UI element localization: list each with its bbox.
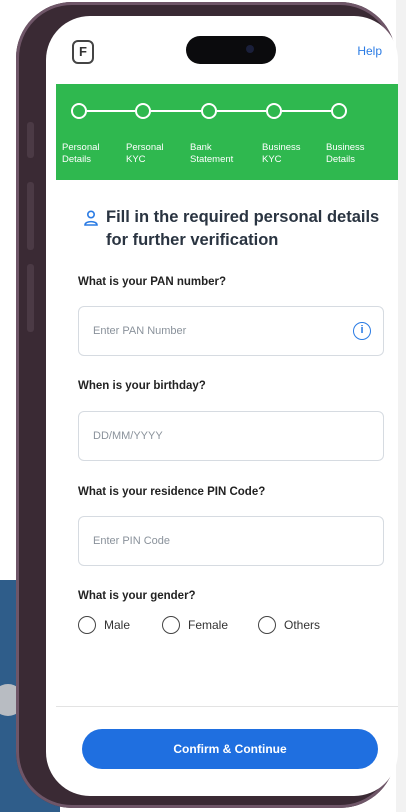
camera-icon <box>246 45 254 53</box>
footer-divider <box>56 706 398 707</box>
info-icon[interactable]: i <box>353 322 371 340</box>
stepper-connector <box>87 110 135 112</box>
radio-male[interactable]: Male <box>78 614 130 636</box>
radio-female[interactable]: Female <box>162 614 228 636</box>
birthday-placeholder: DD/MM/YYYY <box>93 430 163 442</box>
app-logo: F <box>72 40 94 64</box>
pan-placeholder: Enter PAN Number <box>93 325 187 337</box>
pan-question: What is your PAN number? <box>78 276 227 288</box>
stepper-connector <box>217 110 266 112</box>
volume-down-button <box>27 264 34 332</box>
radio-label-male: Male <box>104 618 131 632</box>
pin-placeholder: Enter PIN Code <box>93 535 171 547</box>
step-label-bank-statement: Bank Statement <box>190 142 234 165</box>
phone-frame: F Help Personal Details Personal KYC Ban… <box>16 2 398 808</box>
mute-switch <box>27 122 34 158</box>
pan-input[interactable]: Enter PAN Number i <box>78 306 384 356</box>
stepper-connector <box>282 110 331 112</box>
user-icon <box>84 210 98 226</box>
step-label-personal-kyc: Personal KYC <box>126 142 164 165</box>
birthday-question: When is your birthday? <box>78 380 206 392</box>
radio-label-female: Female <box>188 618 229 632</box>
step-label-business-details: Business Details <box>326 142 365 165</box>
progress-stepper: Personal Details Personal KYC Bank State… <box>56 84 398 180</box>
birthday-input[interactable]: DD/MM/YYYY <box>78 411 384 461</box>
gender-question: What is your gender? <box>78 590 196 602</box>
form-heading: Fill in the required personal details fo… <box>106 208 380 249</box>
step-circle-2 <box>135 103 151 119</box>
help-link[interactable]: Help <box>357 44 382 58</box>
radio-circle[interactable] <box>162 616 180 634</box>
radio-others[interactable]: Others <box>258 614 320 636</box>
volume-up-button <box>27 182 34 250</box>
confirm-continue-button[interactable]: Confirm & Continue <box>82 729 378 769</box>
step-label-personal-details: Personal Details <box>62 142 100 165</box>
step-circle-1 <box>71 103 87 119</box>
step-circle-5 <box>331 103 347 119</box>
stepper-connector <box>151 110 201 112</box>
step-circle-3 <box>201 103 217 119</box>
step-circle-4 <box>266 103 282 119</box>
step-label-business-kyc: Business KYC <box>262 142 301 165</box>
radio-circle[interactable] <box>78 616 96 634</box>
radio-label-others: Others <box>284 618 321 632</box>
pin-input[interactable]: Enter PIN Code <box>78 516 384 566</box>
pin-question: What is your residence PIN Code? <box>78 486 266 498</box>
top-bar: F Help <box>46 16 398 86</box>
radio-circle[interactable] <box>258 616 276 634</box>
dynamic-island <box>186 36 276 64</box>
phone-screen: F Help Personal Details Personal KYC Ban… <box>46 16 398 796</box>
gender-options: Male Female Others <box>78 614 384 638</box>
